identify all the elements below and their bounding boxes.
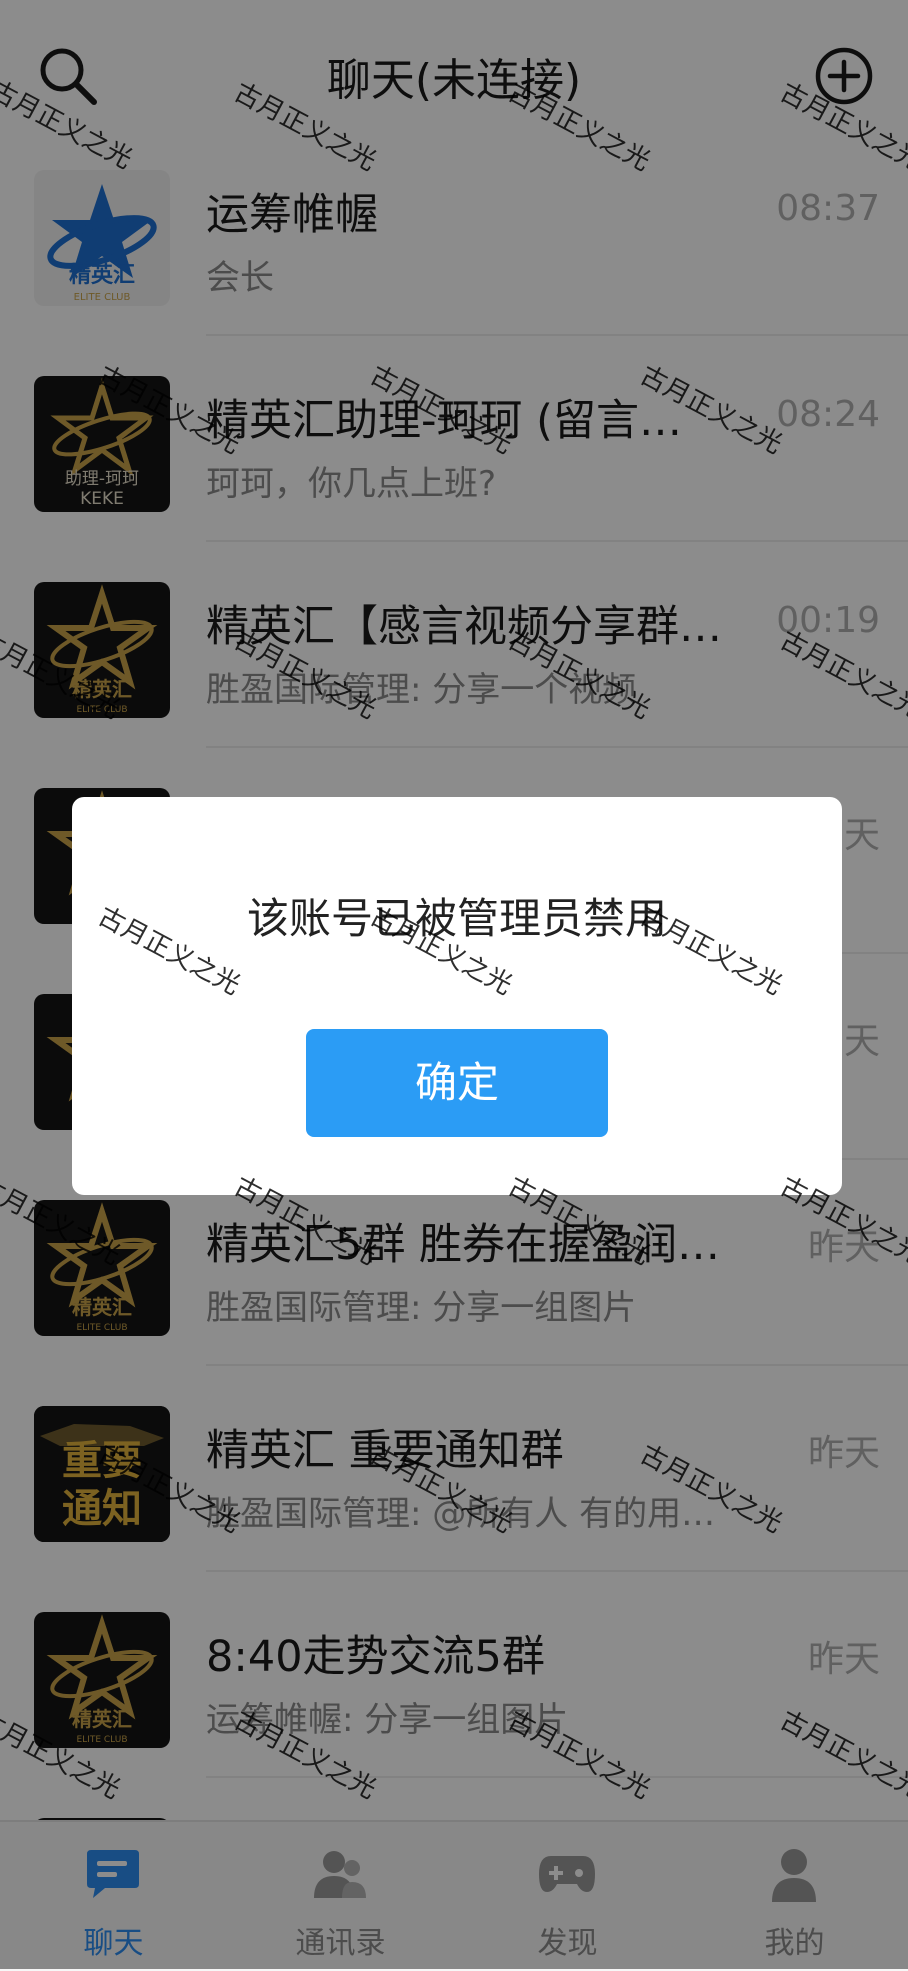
- confirm-button[interactable]: 确定: [306, 1029, 608, 1137]
- account-disabled-dialog: 该账号已被管理员禁用 确定: [72, 797, 842, 1195]
- dialog-message: 该账号已被管理员禁用: [246, 894, 667, 943]
